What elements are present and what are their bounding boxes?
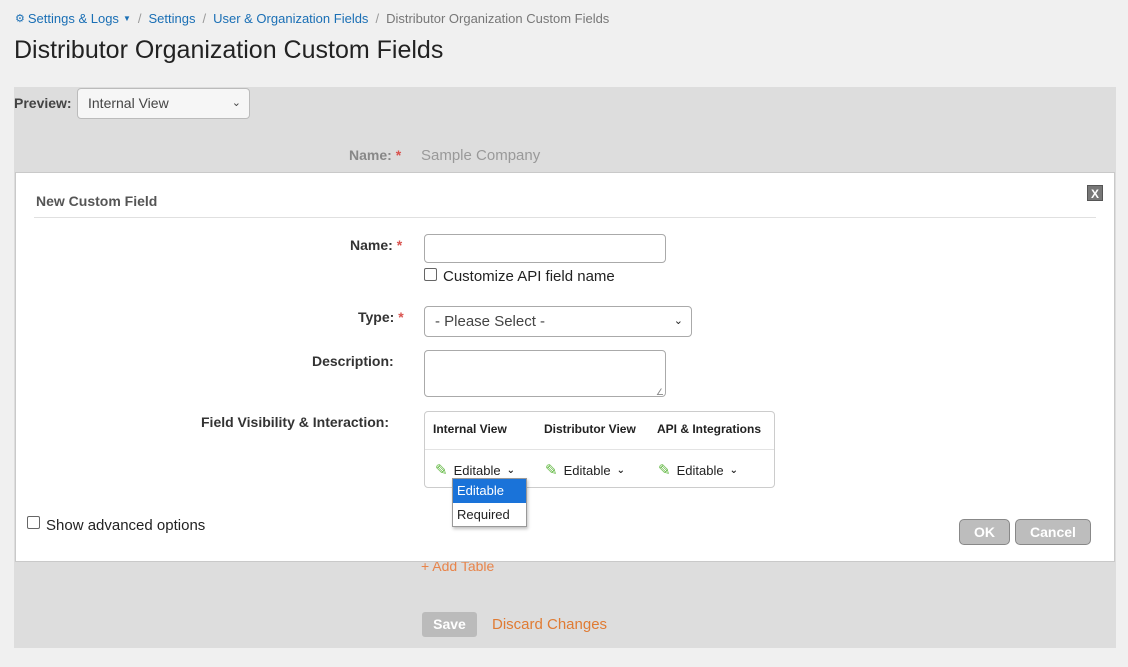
save-button[interactable]: Save [422,612,477,637]
background-name-label: Name: * [349,147,402,163]
visibility-api-dropdown[interactable]: ✎ Editable ⌄ [658,461,738,479]
dropdown-option-editable[interactable]: Editable [453,479,526,503]
visibility-header-api: API & Integrations [657,422,762,436]
dropdown-option-required[interactable]: Required [453,503,526,527]
dialog-divider [34,217,1096,218]
pencil-icon: ✎ [545,462,558,479]
pencil-icon: ✎ [435,462,448,479]
customize-api-label: Customize API field name [443,268,615,285]
name-input[interactable] [424,234,666,263]
breadcrumb-current: Distributor Organization Custom Fields [386,11,610,26]
preview-label: Preview: [14,95,72,111]
visibility-dropdown-menu: Editable Required [452,478,527,527]
pencil-icon: ✎ [658,462,671,479]
type-select-value: - Please Select - [435,313,546,330]
visibility-table: Internal View Distributor View API & Int… [424,411,775,488]
dialog-title: New Custom Field [36,193,158,209]
visibility-distributor-dropdown[interactable]: ✎ Editable ⌄ [545,461,625,479]
name-label: Name: * [350,237,403,253]
chevron-down-icon: ⌄ [616,464,625,476]
breadcrumb-user-org-fields[interactable]: User & Organization Fields [213,11,368,26]
description-textarea[interactable]: ∠ [424,350,666,397]
breadcrumb-separator: / [202,11,207,26]
discard-changes-link[interactable]: Discard Changes [492,616,607,633]
breadcrumb-separator: / [375,11,380,26]
chevron-down-icon: ⌄ [673,315,683,327]
chevron-down-icon: ⌄ [506,464,515,476]
chevron-down-icon: ⌄ [729,464,738,476]
description-label: Description: [312,353,394,369]
type-select[interactable]: - Please Select - ⌄ [424,306,692,337]
page-title: Distributor Organization Custom Fields [14,36,444,64]
breadcrumb-separator: / [137,11,142,26]
visibility-header-distributor: Distributor View [544,422,636,436]
background-name-value: Sample Company [421,147,541,164]
breadcrumb: ⚙ Settings & Logs ▼ / Settings / User & … [15,11,609,26]
visibility-label: Field Visibility & Interaction: [201,414,389,430]
type-label: Type: * [358,309,404,325]
visibility-header-internal: Internal View [433,422,507,436]
ok-button[interactable]: OK [959,519,1010,545]
cancel-button[interactable]: Cancel [1015,519,1091,545]
new-custom-field-dialog: New Custom Field X Name: * Customize API… [15,172,1115,562]
customize-api-checkbox[interactable] [424,268,437,281]
show-advanced-checkbox[interactable] [27,516,40,529]
visibility-internal-dropdown[interactable]: ✎ Editable ⌄ [435,461,515,479]
show-advanced-label: Show advanced options [46,517,206,534]
breadcrumb-settings[interactable]: Settings [148,11,195,26]
close-icon[interactable]: X [1087,185,1103,201]
resize-handle-icon[interactable]: ∠ [656,387,664,398]
breadcrumb-settings-logs[interactable]: Settings & Logs [28,11,119,26]
gear-icon: ⚙ [15,13,25,25]
caret-down-icon[interactable]: ▼ [123,14,131,23]
preview-select-value: Internal View [88,95,169,111]
preview-select[interactable]: Internal View ⌄ [77,88,250,119]
visibility-divider [425,449,774,450]
chevron-down-icon: ⌄ [231,97,241,109]
